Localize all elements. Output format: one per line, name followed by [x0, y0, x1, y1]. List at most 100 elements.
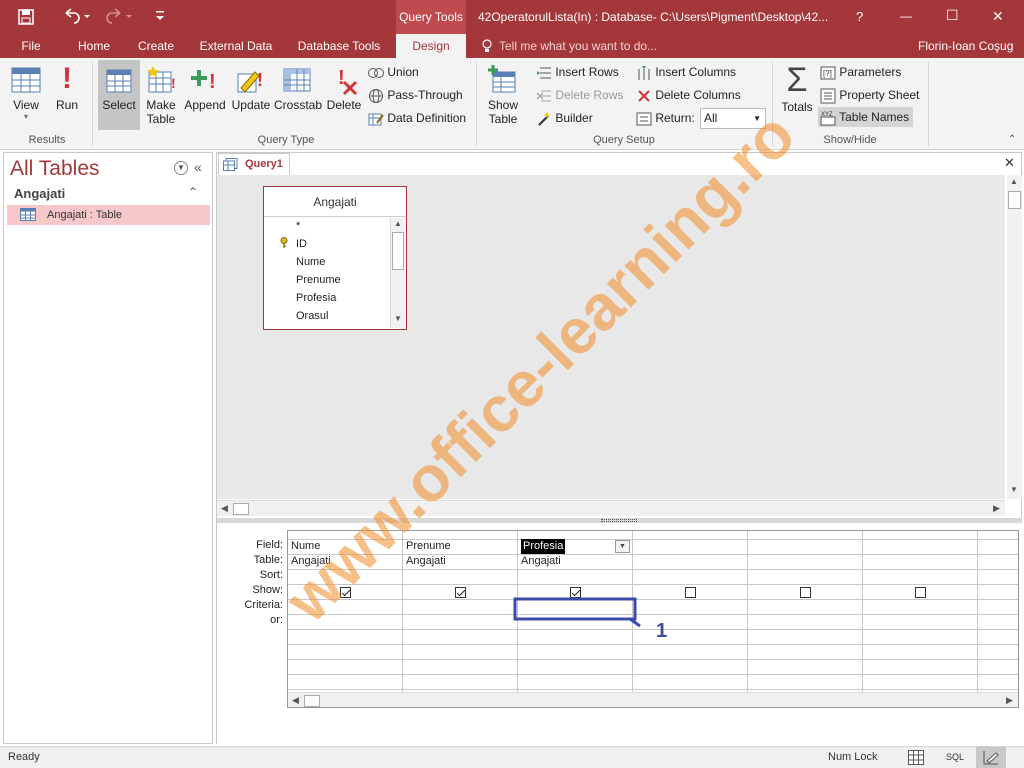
scroll-left-icon[interactable]: ◀: [292, 695, 299, 706]
tab-file[interactable]: File: [10, 34, 52, 58]
tab-database-tools[interactable]: Database Tools: [290, 34, 388, 58]
property-sheet-button[interactable]: Property Sheet: [820, 85, 919, 105]
show-table-button[interactable]: Show Table: [482, 60, 524, 130]
nav-group-label: Angajati: [14, 186, 66, 201]
splitter-grip[interactable]: [601, 519, 637, 522]
scroll-right-icon[interactable]: ▶: [993, 503, 1000, 514]
union-button[interactable]: Union: [368, 62, 419, 82]
tab-external-data[interactable]: External Data: [194, 34, 278, 58]
update-button[interactable]: ! Update: [230, 60, 272, 130]
minimize-button[interactable]: —: [900, 9, 912, 23]
svg-text:!: !: [257, 70, 263, 90]
grid-hscroll-thumb[interactable]: [304, 695, 320, 707]
totals-button[interactable]: Σ Totals: [778, 60, 816, 130]
field-item-id[interactable]: ID: [296, 238, 307, 250]
pass-through-button[interactable]: Pass-Through: [368, 85, 463, 105]
table-pane-hscroll-thumb[interactable]: [233, 503, 249, 515]
crosstab-icon: [283, 68, 311, 92]
view-button[interactable]: View ▾: [6, 60, 46, 130]
select-query-button[interactable]: Select: [98, 60, 140, 130]
sql-view-button[interactable]: SQL: [946, 752, 964, 762]
tell-me-search[interactable]: Tell me what you want to do...: [499, 39, 657, 53]
parameters-button[interactable]: [?] Parameters: [820, 62, 901, 82]
field-dropdown-chevron-icon[interactable]: ▼: [615, 540, 630, 553]
nav-group-header[interactable]: Angajati ⌃: [4, 185, 212, 203]
group-query-type-label: Query Type: [257, 134, 315, 146]
tab-home[interactable]: Home: [68, 34, 120, 58]
tab-design[interactable]: Design: [396, 34, 466, 58]
field-item-nume[interactable]: Nume: [296, 256, 325, 268]
table-pane-scroll-thumb[interactable]: [1008, 191, 1021, 209]
return-control: Return:: [636, 108, 695, 128]
delete-query-button[interactable]: ! Delete: [324, 60, 364, 130]
scroll-left-icon[interactable]: ◀: [221, 503, 228, 514]
parameters-label: Parameters: [839, 65, 902, 79]
save-icon[interactable]: [18, 9, 34, 28]
tab-create[interactable]: Create: [130, 34, 182, 58]
grid-field-profesia[interactable]: Profesia: [521, 539, 566, 554]
field-list-angajati[interactable]: Angajati * ID Nume Prenume Profesia Oras…: [263, 186, 407, 330]
collapse-group-icon[interactable]: ⌃: [188, 185, 198, 199]
data-definition-icon: [368, 113, 384, 126]
grid-field-nume[interactable]: Nume: [291, 539, 320, 554]
field-list-scroll-thumb[interactable]: [392, 232, 404, 270]
field-item-prenume[interactable]: Prenume: [296, 274, 341, 286]
close-document-icon[interactable]: ✕: [1004, 155, 1015, 171]
table-pane-vertical-scrollbar[interactable]: ▲ ▼: [1007, 175, 1022, 499]
table-pane[interactable]: Angajati * ID Nume Prenume Profesia Oras…: [217, 175, 1005, 499]
nav-title[interactable]: All Tables: [10, 157, 100, 181]
datasheet-view-icon[interactable]: [908, 750, 924, 765]
grid-horizontal-scrollbar[interactable]: ◀ ▶: [288, 692, 1018, 707]
shutter-bar-close-icon[interactable]: «: [194, 159, 202, 175]
scroll-right-icon[interactable]: ▶: [1006, 695, 1013, 706]
field-item-orasul[interactable]: Orasul: [296, 310, 328, 322]
design-view-button[interactable]: [976, 747, 1006, 768]
show-checkbox-empty[interactable]: [685, 587, 696, 598]
delete-columns-button[interactable]: Delete Columns: [636, 85, 741, 105]
scroll-up-icon[interactable]: ▲: [394, 219, 402, 228]
field-item-profesia[interactable]: Profesia: [296, 292, 336, 304]
crosstab-button[interactable]: Crosstab: [274, 60, 322, 130]
customize-toolbar-icon[interactable]: [154, 9, 166, 26]
user-name[interactable]: Florin-Ioan Coşug: [918, 39, 1013, 53]
data-definition-button[interactable]: Data Definition: [368, 108, 466, 128]
field-item-star[interactable]: *: [296, 220, 300, 232]
collapse-ribbon-icon[interactable]: ⌃: [1008, 134, 1016, 145]
grid-table-cell[interactable]: Angajati: [291, 554, 331, 569]
document-tab-query1[interactable]: Query1: [218, 153, 290, 175]
scroll-down-icon[interactable]: ▼: [1010, 485, 1018, 494]
datasheet-view-icon: [11, 67, 41, 93]
show-checkbox-nume[interactable]: [340, 587, 351, 598]
grid-table-cell[interactable]: Angajati: [406, 554, 446, 569]
insert-columns-icon: [638, 65, 650, 80]
show-checkbox-empty[interactable]: [915, 587, 926, 598]
field-list-title[interactable]: Angajati: [264, 187, 406, 217]
show-checkbox-empty[interactable]: [800, 587, 811, 598]
query-icon: [223, 158, 238, 171]
nav-menu-chevron-icon[interactable]: ▼: [174, 161, 188, 175]
delete-rows-icon: [536, 90, 551, 102]
scroll-up-icon[interactable]: ▲: [1010, 177, 1018, 186]
status-num-lock: Num Lock: [828, 751, 878, 763]
union-label: Union: [387, 65, 419, 79]
grid-field-prenume[interactable]: Prenume: [406, 539, 451, 554]
grid-table-cell[interactable]: Angajati: [521, 554, 561, 569]
field-list-scrollbar[interactable]: ▲ ▼: [390, 218, 405, 328]
maximize-button[interactable]: ☐: [946, 7, 959, 24]
undo-icon[interactable]: [62, 7, 90, 28]
builder-button[interactable]: Builder: [536, 108, 593, 128]
show-checkbox-prenume[interactable]: [455, 587, 466, 598]
return-select[interactable]: All ▼: [700, 108, 766, 129]
insert-rows-button[interactable]: Insert Rows: [536, 62, 619, 82]
close-button[interactable]: ✕: [992, 8, 1004, 25]
run-button[interactable]: ! Run: [50, 60, 84, 130]
table-pane-horizontal-scrollbar[interactable]: ◀ ▶: [217, 500, 1005, 516]
table-names-button[interactable]: XYZ Table Names: [818, 107, 914, 127]
append-button[interactable]: ! Append: [182, 60, 228, 130]
scroll-down-icon[interactable]: ▼: [394, 314, 402, 323]
nav-item-angajati-table[interactable]: Angajati : Table: [7, 205, 210, 225]
insert-columns-button[interactable]: Insert Columns: [636, 62, 736, 82]
make-table-button[interactable]: ! Make Table: [142, 60, 180, 130]
lightbulb-icon: [482, 39, 492, 56]
help-button[interactable]: ?: [856, 9, 863, 24]
